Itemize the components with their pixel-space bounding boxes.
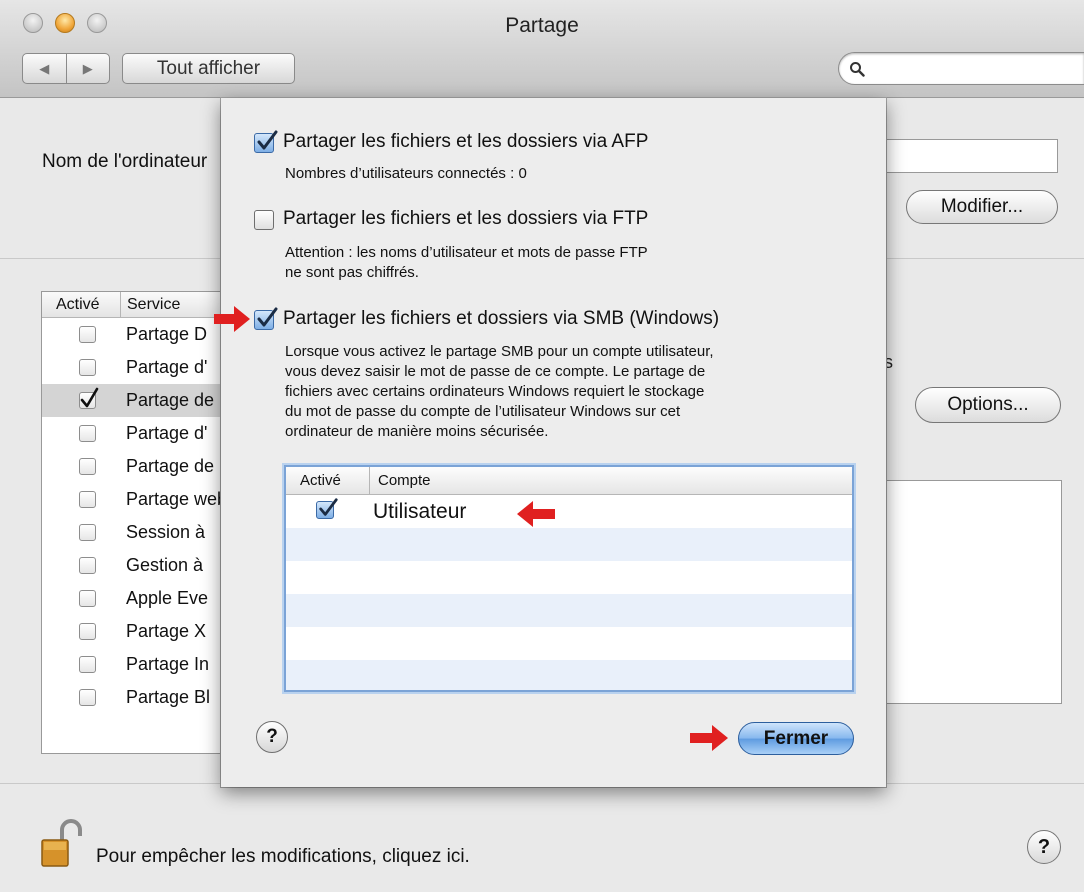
- afp-connected-users: Nombres d’utilisateurs connectés : 0: [285, 165, 527, 182]
- account-name: Utilisateur: [373, 500, 467, 523]
- table-row: [286, 528, 852, 561]
- service-name: Gestion à: [126, 555, 204, 575]
- service-name: Partage Bl: [126, 687, 211, 707]
- smb-label[interactable]: Partager les fichiers et dossiers via SM…: [283, 308, 719, 330]
- lock-message: Pour empêcher les modifications, cliquez…: [96, 846, 470, 867]
- lock-icon[interactable]: [40, 818, 86, 873]
- service-enabled-checkbox[interactable]: [79, 491, 96, 508]
- service-enabled-checkbox[interactable]: [79, 387, 99, 409]
- service-name: Partage In: [126, 654, 210, 674]
- account-enabled-checkbox[interactable]: [316, 498, 338, 519]
- options-button[interactable]: Options...: [915, 387, 1061, 423]
- search-icon: [850, 62, 865, 77]
- annotation-arrow-icon: [214, 306, 250, 332]
- help-button[interactable]: ?: [1027, 830, 1061, 864]
- service-enabled-checkbox[interactable]: [79, 689, 96, 706]
- show-all-button[interactable]: Tout afficher: [122, 53, 295, 84]
- toolbar: Partage ◀ ▶ Tout afficher: [0, 0, 1084, 98]
- service-name: Partage X: [126, 621, 207, 641]
- modifier-button[interactable]: Modifier...: [906, 190, 1058, 224]
- service-enabled-checkbox[interactable]: [79, 590, 96, 607]
- background-user-list: [880, 480, 1062, 704]
- close-button[interactable]: Fermer: [738, 722, 854, 755]
- file-sharing-options-sheet: Partager les fichiers et les dossiers vi…: [221, 98, 886, 787]
- service-enabled-checkbox[interactable]: [79, 458, 96, 475]
- service-name: Partage de: [126, 456, 215, 476]
- table-row: [286, 627, 852, 660]
- smb-description-line: du mot de passe du compte de l’utilisate…: [285, 403, 681, 420]
- enabled-column-header[interactable]: Activé: [286, 467, 370, 494]
- computer-name-field[interactable]: [880, 139, 1058, 173]
- service-enabled-checkbox[interactable]: [79, 656, 96, 673]
- service-enabled-checkbox[interactable]: [79, 557, 96, 574]
- account-column-header[interactable]: Compte: [370, 467, 431, 494]
- service-enabled-checkbox[interactable]: [79, 524, 96, 541]
- ftp-warning-line1: Attention : les noms d’utilisateur et mo…: [285, 244, 648, 261]
- service-enabled-checkbox[interactable]: [79, 359, 96, 376]
- service-enabled-checkbox[interactable]: [79, 623, 96, 640]
- service-enabled-checkbox[interactable]: [79, 326, 96, 343]
- service-name: Partage d': [126, 357, 208, 377]
- smb-checkbox[interactable]: [254, 307, 278, 330]
- window-title: Partage: [505, 14, 579, 37]
- smb-description-line: ordinateur de manière moins sécurisée.: [285, 423, 549, 440]
- table-row: [286, 660, 852, 690]
- nav-segmented-control: ◀ ▶: [22, 53, 110, 84]
- forward-icon[interactable]: ▶: [65, 54, 110, 83]
- ftp-label[interactable]: Partager les fichiers et les dossiers vi…: [283, 208, 648, 230]
- back-icon[interactable]: ◀: [23, 54, 66, 83]
- service-name: Apple Eve: [126, 588, 209, 608]
- service-enabled-checkbox[interactable]: [79, 425, 96, 442]
- smb-accounts-table: Activé Compte Utilisateur: [284, 465, 854, 692]
- accounts-table-header: Activé Compte: [286, 467, 852, 495]
- annotation-arrow-icon: [517, 501, 555, 527]
- annotation-arrow-icon: [690, 725, 728, 751]
- system-preferences-window: Partage ◀ ▶ Tout afficher Nom de l'ordin…: [0, 0, 1084, 892]
- sheet-help-button[interactable]: ?: [256, 721, 288, 753]
- service-name: Partage web: [126, 489, 228, 509]
- table-row: [286, 594, 852, 627]
- afp-label[interactable]: Partager les fichiers et les dossiers vi…: [283, 131, 648, 153]
- enabled-column-header[interactable]: Activé: [42, 292, 120, 317]
- table-row[interactable]: Utilisateur: [286, 495, 852, 528]
- afp-checkbox[interactable]: [254, 130, 278, 153]
- smb-description-line: fichiers avec certains ordinateurs Windo…: [285, 383, 705, 400]
- table-row: [286, 561, 852, 594]
- service-name: Partage D: [126, 324, 208, 344]
- checkmark-icon: [80, 387, 99, 408]
- computer-name-label: Nom de l'ordinateur: [42, 151, 208, 172]
- smb-description-line: vous devez saisir le mot de passe de ce …: [285, 363, 706, 380]
- service-name: Partage d': [126, 423, 208, 443]
- service-name: Partage de: [126, 390, 215, 410]
- search-field[interactable]: [838, 52, 1084, 85]
- service-name: Session à: [126, 522, 206, 542]
- smb-description-line: Lorsque vous activez le partage SMB pour…: [285, 343, 714, 360]
- ftp-warning-line2: ne sont pas chiffrés.: [285, 264, 419, 281]
- ftp-checkbox[interactable]: [254, 210, 274, 230]
